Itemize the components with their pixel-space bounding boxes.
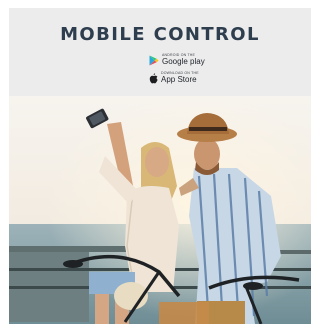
promo-header: MOBILE CONTROL Android on the Google pla… (9, 8, 311, 96)
google-play-badge[interactable]: Android on the Google play (149, 53, 205, 67)
app-store-badge[interactable]: Download on the App Store (149, 71, 199, 85)
google-play-icon (149, 55, 159, 65)
google-play-label: Google play (162, 57, 205, 67)
couple-selfie-photo (9, 96, 311, 324)
apple-icon (149, 72, 158, 83)
page-title: MOBILE CONTROL (60, 24, 260, 45)
app-store-label: App Store (161, 75, 197, 85)
promo-card: MOBILE CONTROL Android on the Google pla… (9, 8, 311, 324)
